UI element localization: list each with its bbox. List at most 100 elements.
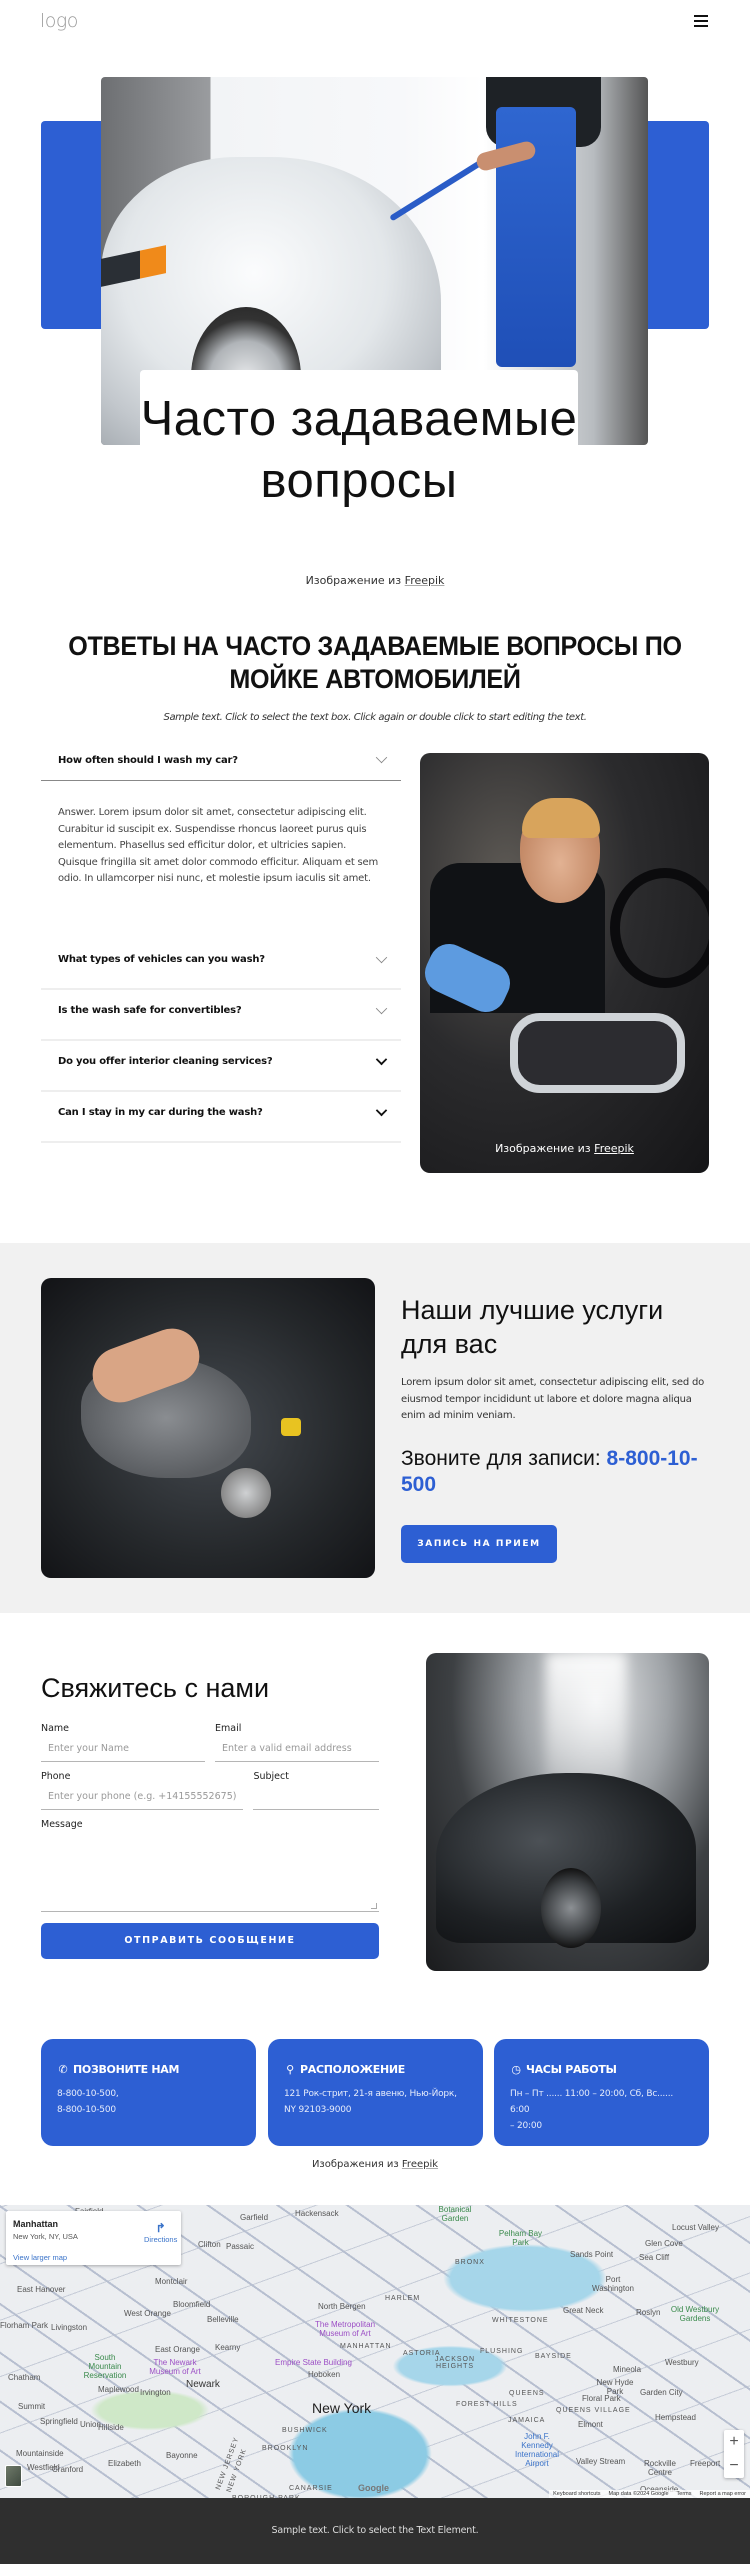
map-attribution: Keyboard shortcuts Map data ©2024 Google… <box>549 2490 750 2498</box>
map-place-name: Manhattan <box>13 2219 58 2229</box>
message-textarea[interactable] <box>41 1834 379 1912</box>
card-title: ПОЗВОНИТЕ НАМ <box>73 2063 180 2076</box>
freepik-link[interactable]: Freepik <box>402 2159 438 2170</box>
map-place-address: New York, NY, USA <box>13 2232 78 2241</box>
clock-icon: ◷ <box>511 2063 521 2076</box>
send-message-button[interactable]: ОТПРАВИТЬ СООБЩЕНИЕ <box>41 1923 379 1959</box>
map-label: Bloomfield <box>173 2300 211 2309</box>
map-label: New York <box>312 2400 372 2416</box>
faq-item[interactable]: What types of vehicles can you wash? <box>41 939 401 990</box>
old-westbury-poi[interactable]: Old Westbury Gardens <box>665 2305 725 2323</box>
map-label: Locust Valley <box>672 2223 719 2232</box>
credit-text: Изображение из <box>305 574 402 587</box>
engine-cleaning-image <box>41 1278 375 1578</box>
phone-label: Phone <box>41 1771 71 1782</box>
black-car-wash-image <box>426 1653 709 1971</box>
view-larger-map-link[interactable]: View larger map <box>13 2253 67 2262</box>
map-label: WHITESTONE <box>492 2317 549 2324</box>
satellite-toggle-button[interactable] <box>5 2465 22 2487</box>
map-label: Cranford <box>52 2465 84 2474</box>
map-label: Hillside <box>98 2423 124 2432</box>
map-label: BAYSIDE <box>535 2353 572 2360</box>
map-label: FLUSHING <box>480 2348 524 2355</box>
map-label: Chatham <box>8 2373 41 2382</box>
map-label: Freeport <box>690 2459 721 2468</box>
google-map[interactable]: Fairfield Garfield Hackensack Clifton Pa… <box>0 2205 750 2498</box>
zoom-out-button[interactable]: − <box>724 2454 744 2478</box>
empire-state-poi[interactable]: Empire State Building <box>275 2358 352 2367</box>
faq-item[interactable]: Do you offer interior cleaning services? <box>41 1041 401 1092</box>
map-label: South Mountain Reservation <box>83 2353 127 2380</box>
site-header: logo <box>0 0 750 40</box>
map-label: Maplewood <box>98 2385 139 2394</box>
faq-question: Is the wash safe for convertibles? <box>58 1005 242 1016</box>
map-label: Roslyn <box>636 2308 661 2317</box>
chevron-down-icon <box>375 1053 388 1066</box>
logo[interactable]: logo <box>40 10 78 32</box>
directions-icon: ↱ <box>155 2221 166 2235</box>
pelham-bay-park-poi[interactable]: Pelham Bay Park <box>498 2229 543 2247</box>
card-line[interactable]: 8-800-10-500 <box>57 2102 240 2118</box>
map-label: QUEENS <box>509 2390 545 2397</box>
faq-item[interactable]: How often should I wash my car? <box>41 743 401 781</box>
opening-hours-card: ◷ ЧАСЫ РАБОТЫ Пн – Пт ...... 11:00 – 20:0… <box>494 2039 709 2146</box>
card-line: 121 Рок-стрит, 21-я авеню, Нью-Йорк, <box>284 2089 457 2099</box>
services-section: Наши лучшие услуги для вас Lorem ipsum d… <box>0 1243 750 1613</box>
card-line: Пн – Пт ...... 11:00 – 20:00, Сб, Вс....… <box>510 2089 674 2115</box>
botanical-garden-poi[interactable]: Botanical Garden <box>430 2205 480 2223</box>
email-input[interactable]: Enter a valid email address <box>215 1738 379 1762</box>
hero-section: Часто задаваемые вопросы Изображение из … <box>0 40 750 587</box>
map-label: FOREST HILLS <box>456 2401 518 2408</box>
map-info-card: Manhattan New York, NY, USA View larger … <box>6 2211 181 2265</box>
book-appointment-button[interactable]: ЗАПИСЬ НА ПРИЕМ <box>401 1524 557 1563</box>
map-label: Garfield <box>240 2213 269 2222</box>
report-map-error-link[interactable]: Report a map error <box>700 2491 746 2497</box>
map-label: Port Washington <box>592 2275 634 2293</box>
terms-link[interactable]: Terms <box>677 2491 692 2497</box>
keyboard-shortcuts-link[interactable]: Keyboard shortcuts <box>553 2491 600 2497</box>
map-label: Montclair <box>155 2277 188 2286</box>
map-label: Hackensack <box>295 2209 339 2218</box>
map-label: Newark <box>186 2379 220 2390</box>
jfk-airport-poi[interactable]: John F. Kennedy International Airport <box>512 2432 562 2468</box>
map-label: JAMAICA <box>508 2417 546 2424</box>
hero-accent-right <box>648 121 709 329</box>
map-label: Clifton <box>198 2240 221 2249</box>
directions-button[interactable]: ↱ Directions <box>144 2221 177 2244</box>
freepik-link[interactable]: Freepik <box>594 1142 634 1155</box>
faq-item[interactable]: Can I stay in my car during the wash? <box>41 1092 401 1143</box>
phone-input[interactable]: Enter your phone (e.g. +14155552675) <box>41 1786 244 1810</box>
map-label: BROOKLYN <box>262 2445 309 2452</box>
map-label: Elizabeth <box>108 2459 141 2468</box>
faq-item[interactable]: Is the wash safe for convertibles? <box>41 990 401 1041</box>
location-card: ⚲ РАСПОЛОЖЕНИЕ 121 Рок-стрит, 21-я авеню,… <box>268 2039 483 2146</box>
call-to-book: Звоните для записи: 8-800-10-500 <box>401 1446 711 1498</box>
email-label: Email <box>215 1723 242 1734</box>
services-heading: Наши лучшие услуги для вас <box>401 1295 664 1359</box>
page-title: Часто задаваемые вопросы <box>140 392 578 508</box>
name-input[interactable]: Enter your Name <box>41 1738 205 1762</box>
map-label: Mountainside <box>16 2449 64 2458</box>
zoom-in-button[interactable]: + <box>724 2430 744 2454</box>
freepik-link[interactable]: Freepik <box>405 574 445 587</box>
map-label: Garden City <box>640 2388 683 2397</box>
map-label: East Orange <box>155 2345 200 2354</box>
faq-question: Do you offer interior cleaning services? <box>58 1056 273 1067</box>
chevron-down-icon <box>375 1002 388 1015</box>
subject-label: Subject <box>253 1771 289 1782</box>
card-line[interactable]: 8-800-10-500, <box>57 2086 240 2102</box>
map-label: Hoboken <box>308 2370 341 2379</box>
subject-input[interactable] <box>253 1786 379 1810</box>
cards-image-credit: Изображения из Freepik <box>0 2159 750 2170</box>
met-museum-poi[interactable]: The Metropolitan Museum of Art <box>310 2320 380 2338</box>
map-label: Sea Cliff <box>639 2253 670 2262</box>
hamburger-menu-icon[interactable] <box>694 15 708 27</box>
card-title: ЧАСЫ РАБОТЫ <box>526 2063 617 2076</box>
map-label: CANARSIE <box>289 2485 333 2492</box>
worker-illustration <box>474 77 601 367</box>
contact-heading: Свяжитесь с нами <box>41 1673 270 1703</box>
newark-museum-poi[interactable]: The Newark Museum of Art <box>140 2358 210 2376</box>
map-label: Hempstead <box>655 2413 696 2422</box>
map-zoom-control: + − <box>724 2430 744 2478</box>
phone-icon: ✆ <box>58 2063 68 2076</box>
